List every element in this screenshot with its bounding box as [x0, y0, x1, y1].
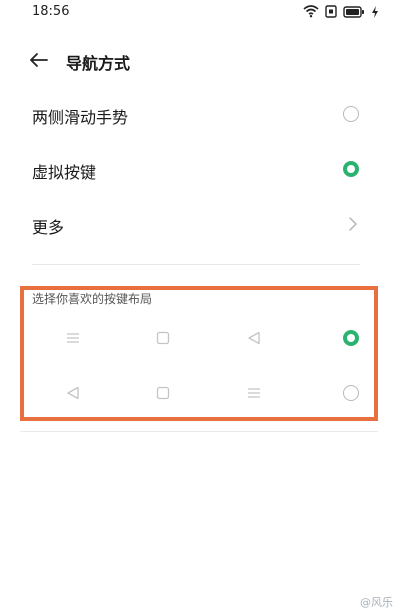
chevron-right-icon [347, 216, 359, 232]
radio-button[interactable] [343, 106, 359, 122]
divider [20, 431, 378, 432]
triangle-back-icon [64, 384, 82, 402]
status-bar: 18:56 [0, 0, 407, 26]
triangle-back-icon [245, 329, 263, 347]
radio-button-selected[interactable] [343, 161, 359, 177]
option-more[interactable]: 更多 [0, 204, 407, 244]
divider [32, 264, 360, 265]
option-swipe-gestures[interactable]: 两侧滑动手势 [0, 94, 407, 134]
menu-icon [245, 384, 263, 402]
arrow-left-icon [29, 52, 49, 72]
menu-icon [64, 329, 82, 347]
back-button[interactable] [26, 50, 52, 74]
option-label: 两侧滑动手势 [32, 108, 129, 127]
section-label: 选择你喜欢的按键布局 [32, 292, 153, 306]
charging-icon [371, 3, 379, 22]
status-time: 18:56 [32, 4, 70, 19]
layout-option-1[interactable] [0, 320, 407, 356]
radio-button-selected[interactable] [343, 330, 359, 346]
radio-button[interactable] [343, 385, 359, 401]
layout-option-2[interactable] [0, 375, 407, 411]
battery-icon [343, 3, 365, 22]
watermark: @风乐 [360, 596, 393, 609]
sim-icon [325, 3, 337, 22]
wifi-icon [303, 3, 319, 22]
square-icon [154, 384, 172, 402]
header: 导航方式 [0, 44, 407, 80]
option-virtual-keys[interactable]: 虚拟按键 [0, 149, 407, 189]
option-label: 更多 [32, 218, 65, 237]
status-icons [303, 4, 379, 20]
option-label: 虚拟按键 [32, 163, 97, 182]
page-title: 导航方式 [66, 54, 131, 73]
square-icon [154, 329, 172, 347]
